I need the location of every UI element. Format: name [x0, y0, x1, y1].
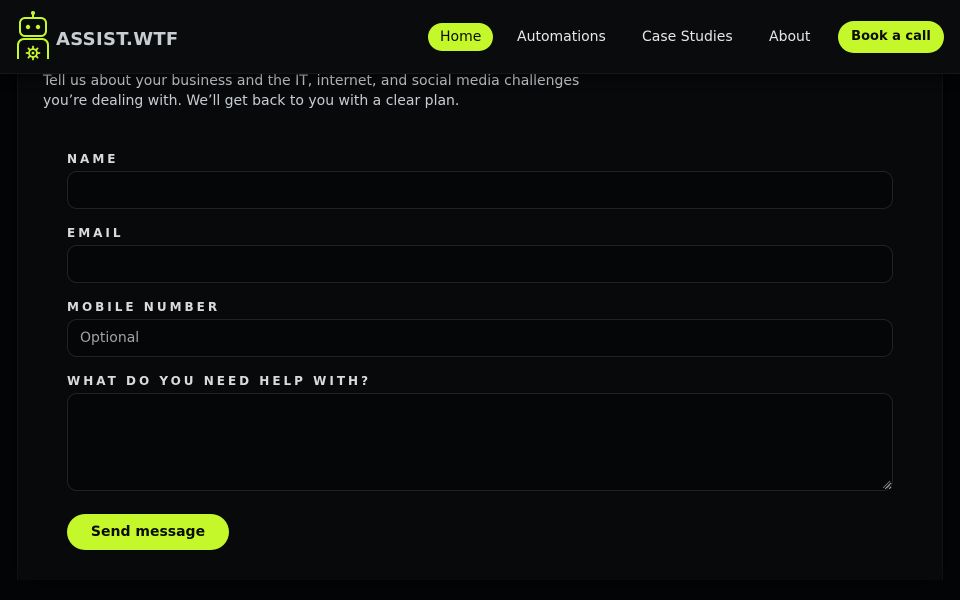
nav-about[interactable]: About: [769, 23, 810, 51]
email-label: EMAIL: [67, 226, 124, 240]
email-input[interactable]: [67, 245, 893, 283]
send-message-button[interactable]: Send message: [67, 514, 229, 550]
help-textarea[interactable]: [67, 393, 893, 491]
book-call-button[interactable]: Book a call: [838, 21, 944, 53]
help-label: WHAT DO YOU NEED HELP WITH?: [67, 374, 372, 388]
resize-grip-icon[interactable]: [882, 480, 891, 489]
nav-home[interactable]: Home: [428, 23, 494, 51]
name-label: NAME: [67, 152, 119, 166]
mobile-input[interactable]: [67, 319, 893, 357]
nav-automations[interactable]: Automations: [517, 23, 606, 51]
name-input[interactable]: [67, 171, 893, 209]
intro-text: Tell us about your business and the IT, …: [43, 73, 580, 109]
mobile-label: MOBILE NUMBER: [67, 300, 221, 314]
site-header: ASSIST.WTF Home Automations Case Studies…: [0, 0, 960, 74]
nav-case-studies[interactable]: Case Studies: [642, 23, 733, 51]
main-nav: Home Automations Case Studies About: [0, 23, 960, 51]
